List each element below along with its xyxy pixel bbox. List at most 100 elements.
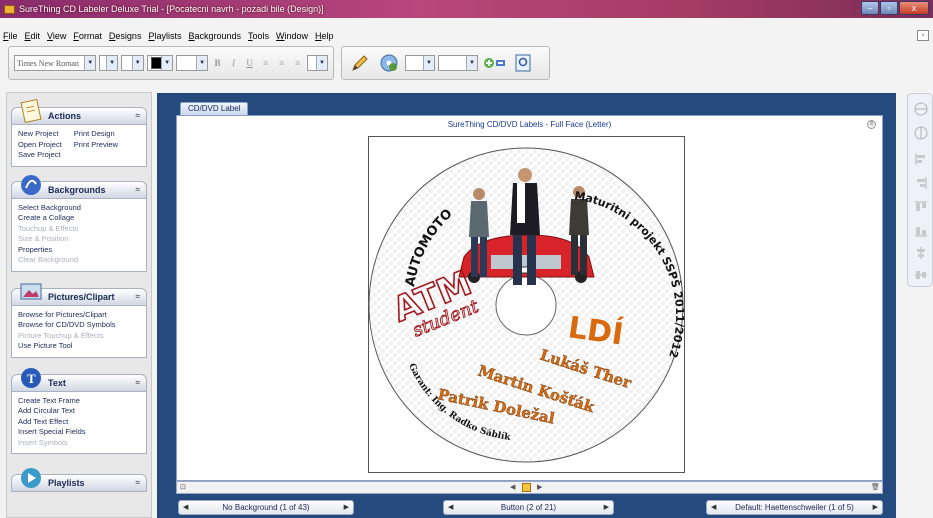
menu-tools[interactable]: Tools xyxy=(248,31,269,41)
chevron-down-icon[interactable]: ▼ xyxy=(423,56,434,70)
italic-button[interactable]: I xyxy=(227,55,240,71)
chevron-down-icon[interactable]: ▼ xyxy=(131,56,143,70)
close-button[interactable]: x xyxy=(899,1,929,15)
align-right-edge-icon[interactable] xyxy=(914,176,928,190)
next-theme-icon[interactable]: ▶ xyxy=(873,503,878,511)
text-effect-combo[interactable]: ▼ xyxy=(307,55,328,71)
tab-cd-dvd-label[interactable]: CD/DVD Label xyxy=(180,102,249,115)
align-top-edge-icon[interactable] xyxy=(914,200,928,214)
menu-file[interactable]: File xyxy=(3,31,18,41)
chevron-down-icon[interactable]: ▼ xyxy=(315,56,327,70)
add-text-effect-link[interactable]: Add Text Effect xyxy=(18,417,140,428)
touchup-effects-link: Touchup & Effects xyxy=(18,223,79,233)
clear-background-link: Clear Background xyxy=(18,255,79,264)
pencil-icon[interactable] xyxy=(347,50,373,76)
use-picture-tool-link[interactable]: Use Picture Tool xyxy=(18,341,140,352)
bold-button[interactable]: B xyxy=(211,55,224,71)
scroll-home-icon[interactable]: ⊡ xyxy=(180,483,186,491)
layer-combo[interactable]: ▼ xyxy=(405,55,435,71)
font-name-combo[interactable]: Times New Roman ▼ xyxy=(14,55,97,71)
scroll-thumb[interactable] xyxy=(522,483,531,492)
menu-help[interactable]: Help xyxy=(315,31,334,41)
menu-edit[interactable]: Edit xyxy=(25,31,41,41)
maximize-button[interactable]: ▫ xyxy=(880,1,898,15)
align-left-icon[interactable]: ≡ xyxy=(259,55,272,71)
menu-bar: File Edit View Format Designs Playlists … xyxy=(0,29,334,43)
zoom-in-out-icon[interactable] xyxy=(481,50,507,76)
create-text-frame-link[interactable]: Create Text Frame xyxy=(18,396,140,407)
add-circular-text-link[interactable]: Add Circular Text xyxy=(18,406,140,417)
actions-header[interactable]: Actions ≈ xyxy=(11,98,147,125)
new-project-link[interactable]: New Project xyxy=(18,129,62,140)
prev-button-icon[interactable]: ◀ xyxy=(448,503,453,511)
menu-playlists[interactable]: Playlists xyxy=(148,31,181,41)
menu-view[interactable]: View xyxy=(47,31,66,41)
align-center-horizontal-icon[interactable] xyxy=(914,126,928,140)
underline-button[interactable]: U xyxy=(243,55,256,71)
disc-icon[interactable] xyxy=(376,50,402,76)
backgrounds-header[interactable]: Backgrounds ≈ xyxy=(11,174,147,199)
background-selector[interactable]: ◀ No Background (1 of 43) ▶ xyxy=(178,500,354,515)
collapse-icon[interactable]: ≈ xyxy=(136,111,140,120)
chevron-down-icon[interactable]: ▼ xyxy=(161,56,173,70)
create-collage-link[interactable]: Create a Collage xyxy=(18,213,140,224)
browse-symbols-link[interactable]: Browse for CD/DVD Symbols xyxy=(18,320,140,331)
font-theme-selector[interactable]: ◀ Default: Haettenschweiler (1 of 5) ▶ xyxy=(706,500,883,515)
horizontal-scrollbar[interactable]: ⊡ ◀ ▶ 🗑 xyxy=(176,481,883,494)
disc-design[interactable]: AUTOMOTO Maturitni projekt SSPŠ 2011/201… xyxy=(368,137,686,474)
open-project-link[interactable]: Open Project xyxy=(18,140,62,151)
scroll-right-icon[interactable]: ▶ xyxy=(537,483,542,491)
ldi-logo[interactable]: LDÍ xyxy=(566,309,626,352)
size-combo[interactable]: ▼ xyxy=(176,55,209,71)
collapse-icon[interactable]: ≈ xyxy=(136,292,140,301)
distribute-vertical-icon[interactable] xyxy=(914,246,928,260)
align-bottom-edge-icon[interactable] xyxy=(914,224,928,238)
align-left-edge-icon[interactable] xyxy=(914,152,928,166)
chevron-down-icon[interactable]: ▼ xyxy=(466,56,477,70)
tools-toolbar: ▼ ▼ xyxy=(341,46,550,80)
collapse-icon[interactable]: ≈ xyxy=(136,478,140,487)
next-button-icon[interactable]: ▶ xyxy=(604,503,609,511)
chevron-down-icon[interactable]: ▼ xyxy=(196,56,208,70)
chevron-down-icon[interactable]: ▼ xyxy=(106,56,118,70)
minimize-button[interactable]: – xyxy=(861,1,879,15)
chevron-down-icon[interactable]: ▼ xyxy=(84,56,96,70)
pictures-header[interactable]: Pictures/Clipart ≈ xyxy=(11,283,147,306)
menu-backgrounds[interactable]: Backgrounds xyxy=(188,31,241,41)
style-combo[interactable]: ▼ xyxy=(121,55,144,71)
scroll-left-icon[interactable]: ◀ xyxy=(510,483,515,491)
button-selector[interactable]: ◀ Button (2 of 21) ▶ xyxy=(443,500,614,515)
backgrounds-title: Backgrounds xyxy=(48,184,106,195)
mdi-restore-button[interactable]: ▫ xyxy=(917,30,929,41)
print-design-link[interactable]: Print Design xyxy=(74,129,118,140)
text-color-combo[interactable]: ▼ xyxy=(146,55,174,71)
menu-designs[interactable]: Designs xyxy=(109,31,142,41)
insert-special-fields-link[interactable]: Insert Special Fields xyxy=(18,427,140,438)
browse-pictures-link[interactable]: Browse for Pictures/Clipart xyxy=(18,310,140,321)
align-center-vertical-icon[interactable] xyxy=(914,102,928,116)
save-project-link[interactable]: Save Project xyxy=(18,150,62,161)
text-header[interactable]: T Text ≈ xyxy=(11,367,147,392)
align-center-icon[interactable]: ≡ xyxy=(275,55,288,71)
select-background-link[interactable]: Select Background xyxy=(18,203,140,214)
print-preview-link[interactable]: Print Preview xyxy=(74,140,118,151)
distribute-horizontal-icon[interactable] xyxy=(914,268,928,282)
align-right-icon[interactable]: ≡ xyxy=(291,55,304,71)
prev-theme-icon[interactable]: ◀ xyxy=(711,503,716,511)
canvas-options-icon[interactable]: ≡ xyxy=(867,120,876,129)
collapse-icon[interactable]: ≈ xyxy=(136,378,140,387)
zoom-combo[interactable]: ▼ xyxy=(438,55,478,71)
playlists-title: Playlists xyxy=(48,478,85,488)
trash-icon[interactable]: 🗑 xyxy=(871,483,880,491)
prev-background-icon[interactable]: ◀ xyxy=(183,503,188,511)
properties-link[interactable]: Properties xyxy=(18,245,140,256)
next-background-icon[interactable]: ▶ xyxy=(344,503,349,511)
document-canvas: SureThing CD/DVD Labels - Full Face (Let… xyxy=(176,115,883,481)
playlists-header[interactable]: Playlists ≈ xyxy=(11,468,147,492)
menu-format[interactable]: Format xyxy=(73,31,102,41)
collapse-icon[interactable]: ≈ xyxy=(136,185,140,194)
svg-text:T: T xyxy=(27,371,36,386)
print-preview-icon[interactable] xyxy=(510,50,536,76)
menu-window[interactable]: Window xyxy=(276,31,308,41)
font-size-combo[interactable]: ▼ xyxy=(99,55,119,71)
